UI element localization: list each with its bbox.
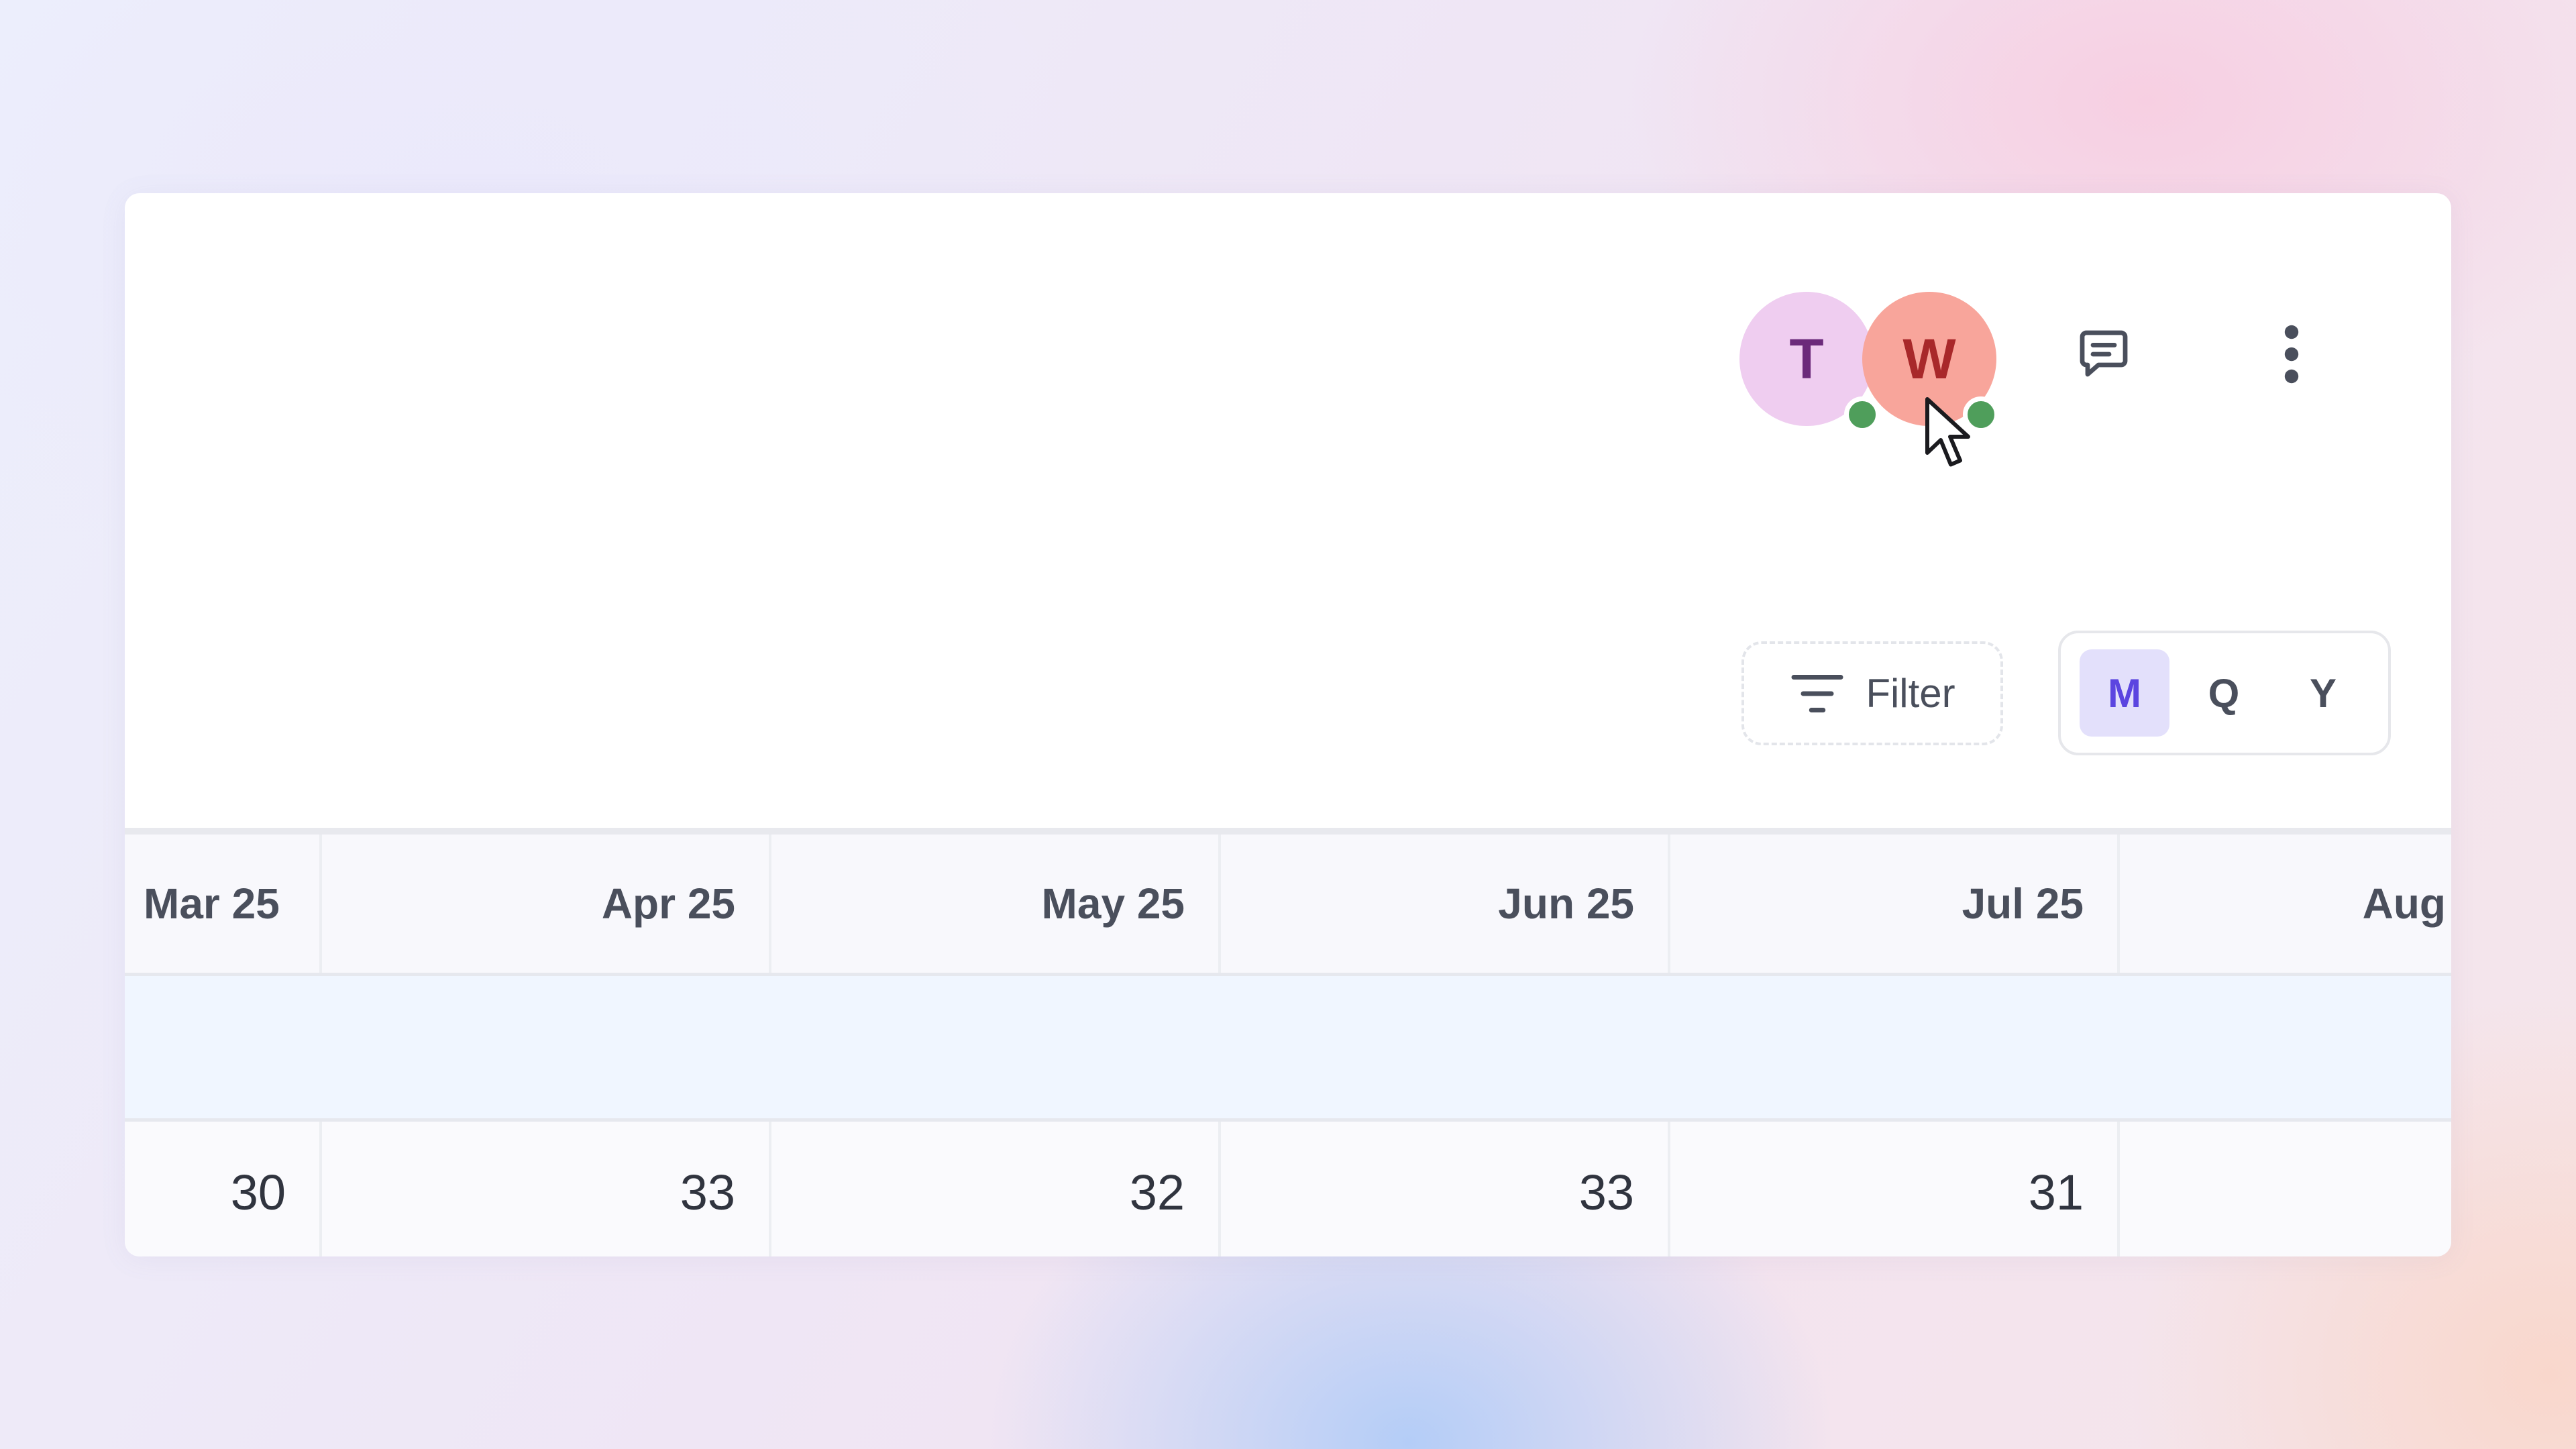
period-option-quarter[interactable]: Q <box>2179 649 2269 737</box>
more-options-button[interactable] <box>2258 307 2325 401</box>
period-option-month[interactable]: M <box>2080 649 2169 737</box>
month-header-row: Mar 25 Apr 25 May 25 Jun 25 Jul 25 Aug <box>125 835 2451 976</box>
month-header-cell: Mar 25 <box>125 835 322 973</box>
value-cell: 32 <box>771 1122 1221 1256</box>
presence-online-indicator <box>1844 396 1880 433</box>
vertical-ellipsis-icon <box>2284 325 2299 384</box>
filter-label: Filter <box>1866 671 1955 716</box>
value-cell: 33 <box>322 1122 771 1256</box>
comments-button[interactable] <box>2057 307 2151 401</box>
avatar-initial: W <box>1902 327 1956 390</box>
period-option-year[interactable]: Y <box>2278 649 2368 737</box>
chat-bubble-icon <box>2080 330 2128 377</box>
filter-lines-icon <box>1791 674 1843 712</box>
value-cell <box>2120 1122 2446 1256</box>
empty-row <box>125 976 2451 1122</box>
month-header-cell: Jun 25 <box>1221 835 1670 973</box>
timeline-card: T W Filter M Q Y Mar 25 Apr 25 May 25 Ju… <box>125 193 2451 1256</box>
month-header-cell: Apr 25 <box>322 835 771 973</box>
filter-button[interactable]: Filter <box>1741 641 2003 745</box>
period-toggle: M Q Y <box>2058 631 2391 755</box>
timeline-grid: Mar 25 Apr 25 May 25 Jun 25 Jul 25 Aug 3… <box>125 828 2451 1256</box>
month-header-cell: Jul 25 <box>1670 835 2120 973</box>
mouse-cursor-icon <box>1925 397 1970 467</box>
month-header-cell: Aug <box>2362 879 2446 928</box>
month-header-cell: May 25 <box>771 835 1221 973</box>
value-cell: 33 <box>1221 1122 1670 1256</box>
value-cell: 31 <box>1670 1122 2120 1256</box>
background: T W Filter M Q Y Mar 25 Apr 25 May 25 Ju… <box>0 0 2576 1449</box>
grid-divider <box>125 828 2451 835</box>
value-row: 30 33 32 33 31 <box>125 1122 2451 1256</box>
value-cell: 30 <box>125 1122 322 1256</box>
avatar-initial: T <box>1789 327 1824 390</box>
